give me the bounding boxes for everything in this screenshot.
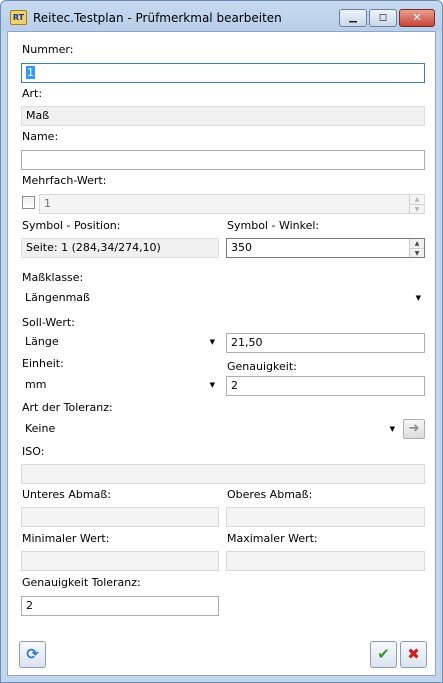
soll-wert-label: Soll-Wert:: [22, 316, 75, 329]
unteres-abmass-label: Unteres Abmaß:: [22, 488, 111, 501]
soll-wert-type-value: Länge: [25, 335, 59, 348]
ok-button[interactable]: ✔: [370, 641, 397, 668]
apply-tolerance-button[interactable]: ➜: [403, 419, 425, 439]
symbol-winkel-spinner[interactable]: ▲ ▼: [409, 239, 424, 257]
chevron-down-icon: ▼: [209, 381, 215, 389]
maximaler-wert-label: Maximaler Wert:: [227, 532, 318, 545]
refresh-icon: ⟳: [26, 645, 39, 663]
symbol-winkel-input[interactable]: 350 ▲ ▼: [226, 238, 425, 258]
symbol-winkel-label: Symbol - Winkel:: [227, 219, 320, 232]
mehrfach-label: Mehrfach-Wert:: [22, 174, 107, 187]
genauigkeit-label: Genauigkeit:: [227, 360, 297, 373]
symbol-position-field: Seite: 1 (284,34/274,10): [21, 238, 219, 258]
art-toleranz-select[interactable]: Keine ▼: [21, 420, 399, 440]
massklasse-select[interactable]: Längenmaß ▼: [21, 289, 425, 309]
iso-label: ISO:: [22, 445, 45, 458]
cancel-x-icon: ✖: [407, 645, 420, 663]
dialog-window: RT Reitec.Testplan - Prüfmerkmal bearbei…: [0, 0, 443, 683]
oberes-abmass-label: Oberes Abmaß:: [227, 488, 313, 501]
minimaler-wert-label: Minimaler Wert:: [22, 532, 110, 545]
symbol-winkel-value: 350: [231, 241, 252, 254]
einheit-select[interactable]: mm ▼: [21, 376, 219, 396]
close-button[interactable]: ✕: [399, 9, 435, 27]
genauigkeit-toleranz-input[interactable]: 2: [21, 596, 219, 616]
mehrfach-input: 1 ▲ ▼: [39, 194, 425, 214]
nummer-value: 1: [26, 66, 35, 79]
chevron-down-icon: ▼: [389, 425, 395, 433]
mehrfach-checkbox[interactable]: [22, 196, 35, 209]
iso-input: [21, 464, 425, 484]
nummer-input[interactable]: 1: [21, 63, 425, 83]
art-toleranz-label: Art der Toleranz:: [22, 401, 113, 414]
refresh-button[interactable]: ⟳: [19, 641, 46, 668]
massklasse-label: Maßklasse:: [22, 271, 84, 284]
oberes-abmass-input: [226, 507, 425, 527]
chevron-down-icon: ▼: [415, 294, 421, 302]
mehrfach-spinner: ▲ ▼: [409, 195, 424, 213]
name-input[interactable]: [21, 150, 425, 170]
minimize-button[interactable]: ▁: [339, 9, 367, 27]
nummer-label: Nummer:: [22, 43, 74, 56]
mehrfach-value: 1: [44, 197, 51, 210]
spin-up-icon: ▲: [410, 195, 424, 204]
art-field: Maß: [21, 106, 425, 126]
genauigkeit-input[interactable]: 2: [226, 376, 425, 396]
testplan-app-icon: RT: [10, 10, 27, 25]
close-icon: ✕: [412, 11, 422, 24]
maximize-icon: ◻: [378, 12, 388, 23]
spin-down-icon: ▼: [410, 204, 424, 213]
chevron-down-icon: ▼: [209, 338, 215, 346]
soll-wert-type-select[interactable]: Länge ▼: [21, 333, 219, 353]
minimize-icon: ▁: [349, 12, 357, 23]
arrow-right-icon: ➜: [408, 421, 420, 436]
soll-wert-input[interactable]: 21,50: [226, 333, 425, 353]
massklasse-value: Längenmaß: [25, 291, 90, 304]
title-bar[interactable]: RT Reitec.Testplan - Prüfmerkmal bearbei…: [1, 1, 442, 31]
genauigkeit-toleranz-label: Genauigkeit Toleranz:: [22, 576, 141, 589]
maximize-button[interactable]: ◻: [369, 9, 397, 27]
name-label: Name:: [22, 130, 59, 143]
window-title: Reitec.Testplan - Prüfmerkmal bearbeiten: [33, 11, 282, 25]
dialog-content: Nummer: 1 Art: Maß Name: Mehrfach-Wert: …: [7, 31, 436, 676]
symbol-position-label: Symbol - Position:: [22, 219, 121, 232]
einheit-label: Einheit:: [22, 357, 64, 370]
unteres-abmass-input: [21, 507, 219, 527]
minimaler-wert-input: [21, 551, 219, 571]
einheit-value: mm: [25, 378, 47, 391]
maximaler-wert-input: [226, 551, 425, 571]
spin-down-icon[interactable]: ▼: [410, 248, 424, 257]
art-toleranz-value: Keine: [25, 422, 56, 435]
cancel-button[interactable]: ✖: [400, 641, 427, 668]
checkmark-icon: ✔: [377, 645, 390, 663]
art-label: Art:: [22, 87, 43, 100]
spin-up-icon[interactable]: ▲: [410, 239, 424, 248]
